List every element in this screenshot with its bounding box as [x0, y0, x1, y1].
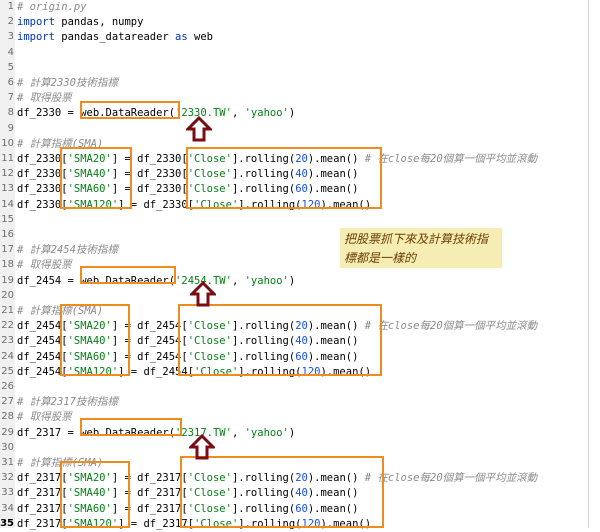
line-number: 6: [7, 77, 14, 88]
line-number: 31: [1, 457, 14, 468]
code-text: # 取得股票: [17, 258, 72, 273]
code-token: ): [288, 274, 296, 287]
code-text: # 取得股票: [17, 91, 72, 106]
code-comment: # 計算2330技術指標: [17, 77, 118, 89]
code-line[interactable]: 9: [0, 122, 600, 137]
code-line[interactable]: 26: [0, 380, 600, 395]
code-keyword: as: [175, 31, 188, 44]
code-comment: # 在close每20個算一個平均並滾動: [364, 472, 538, 485]
line-number: 28: [1, 411, 14, 423]
code-line[interactable]: 1 # origin.py: [0, 0, 600, 15]
line-number: 24: [1, 350, 14, 362]
line-number: 13: [1, 183, 14, 195]
highlight-rolling-2454: [178, 304, 382, 376]
code-token: ,: [231, 274, 245, 287]
code-line[interactable]: 2 import pandas, numpy: [0, 15, 600, 30]
code-line[interactable]: 3 import pandas_datareader as web: [0, 30, 600, 45]
code-text: # 計算2317技術指標: [17, 395, 118, 410]
code-token: ,: [231, 426, 245, 439]
line-number: 11: [1, 153, 14, 164]
highlight-sma-columns-2317: [60, 461, 130, 528]
code-token: web: [187, 31, 213, 44]
line-number: 10: [1, 137, 14, 149]
code-string: 'yahoo': [244, 274, 289, 287]
up-arrow-icon: [189, 434, 215, 460]
line-number: 1: [7, 1, 14, 12]
line-number: 32: [1, 472, 14, 484]
code-string: 'yahoo': [244, 426, 289, 439]
code-comment: # 在close每20個算一個平均並滾動: [364, 320, 538, 333]
line-number: 18: [1, 259, 14, 271]
code-string: 'yahoo': [244, 107, 289, 120]
code-comment: # 計算2454技術指標: [17, 244, 118, 257]
line-number: 8: [7, 107, 14, 119]
code-line[interactable]: 20: [0, 289, 600, 304]
code-token: ,: [231, 107, 245, 120]
line-number: 14: [1, 198, 14, 210]
highlight-sma-columns-2454: [60, 304, 130, 376]
code-keyword: import: [17, 16, 55, 29]
highlight-rolling-2330: [186, 147, 382, 209]
line-number: 23: [1, 335, 14, 347]
line-number: 5: [7, 61, 14, 73]
code-line[interactable]: 17 # 計算2454技術指標: [0, 243, 600, 258]
line-number: 4: [7, 46, 14, 58]
line-number: 2: [7, 16, 14, 28]
highlight-rolling-2317: [180, 456, 384, 528]
line-number: 16: [1, 229, 14, 240]
highlight-datareader-2454: [80, 266, 176, 284]
line-number: 25: [1, 365, 14, 377]
line-number: 27: [1, 396, 14, 408]
highlight-datareader-2317: [80, 418, 182, 436]
code-comment: # 在close每20個算一個平均並滾動: [364, 153, 538, 165]
line-number: 35: [0, 517, 14, 529]
line-number: 9: [7, 122, 14, 134]
code-line[interactable]: 6 # 計算2330技術指標: [0, 76, 600, 91]
line-number: 12: [1, 168, 14, 180]
code-token: ): [288, 426, 296, 439]
annotation-note: 把股票抓下來及計算技術指標都是一樣的: [340, 228, 502, 268]
code-line[interactable]: 27 # 計算2317技術指標: [0, 395, 600, 410]
line-number: 34: [1, 502, 14, 514]
highlight-sma-columns-2330: [60, 147, 132, 209]
code-comment: # 取得股票: [17, 92, 72, 105]
code-line[interactable]: 16: [0, 228, 600, 243]
code-line[interactable]: 15: [0, 213, 600, 228]
line-number: 15: [1, 213, 14, 225]
up-arrow-icon: [186, 116, 212, 142]
code-comment: # origin.py: [17, 1, 87, 13]
line-number: 21: [1, 305, 14, 316]
line-number: 17: [1, 244, 14, 256]
code-token: pandas_datareader: [54, 31, 176, 44]
line-number: 20: [1, 289, 14, 301]
code-comment: # 計算2317技術指標: [17, 396, 118, 409]
up-arrow-icon: [190, 281, 216, 307]
code-text: # 計算2330技術指標: [17, 76, 118, 91]
line-number: 33: [1, 487, 14, 499]
line-number: 30: [1, 441, 14, 453]
code-text: # 取得股票: [17, 410, 72, 425]
line-number: 22: [1, 320, 14, 332]
code-text: # 計算2454技術指標: [17, 243, 118, 258]
code-text: import pandas_datareader as web: [17, 30, 213, 45]
code-line[interactable]: 30: [0, 441, 600, 456]
line-number: 26: [1, 381, 14, 392]
line-number: 3: [7, 31, 14, 43]
line-number: 19: [1, 274, 14, 286]
line-number: 7: [7, 92, 14, 104]
code-line[interactable]: 4: [0, 46, 600, 61]
line-number: 29: [1, 426, 14, 438]
code-text: # origin.py: [17, 0, 87, 15]
code-token: ): [288, 107, 296, 120]
code-token: pandas, numpy: [54, 16, 144, 29]
code-text: import pandas, numpy: [17, 15, 143, 30]
code-keyword: import: [17, 31, 55, 44]
code-comment: # 取得股票: [17, 259, 72, 272]
code-line[interactable]: 5: [0, 61, 600, 76]
highlight-datareader-2330: [80, 101, 180, 119]
code-comment: # 取得股票: [17, 411, 72, 424]
